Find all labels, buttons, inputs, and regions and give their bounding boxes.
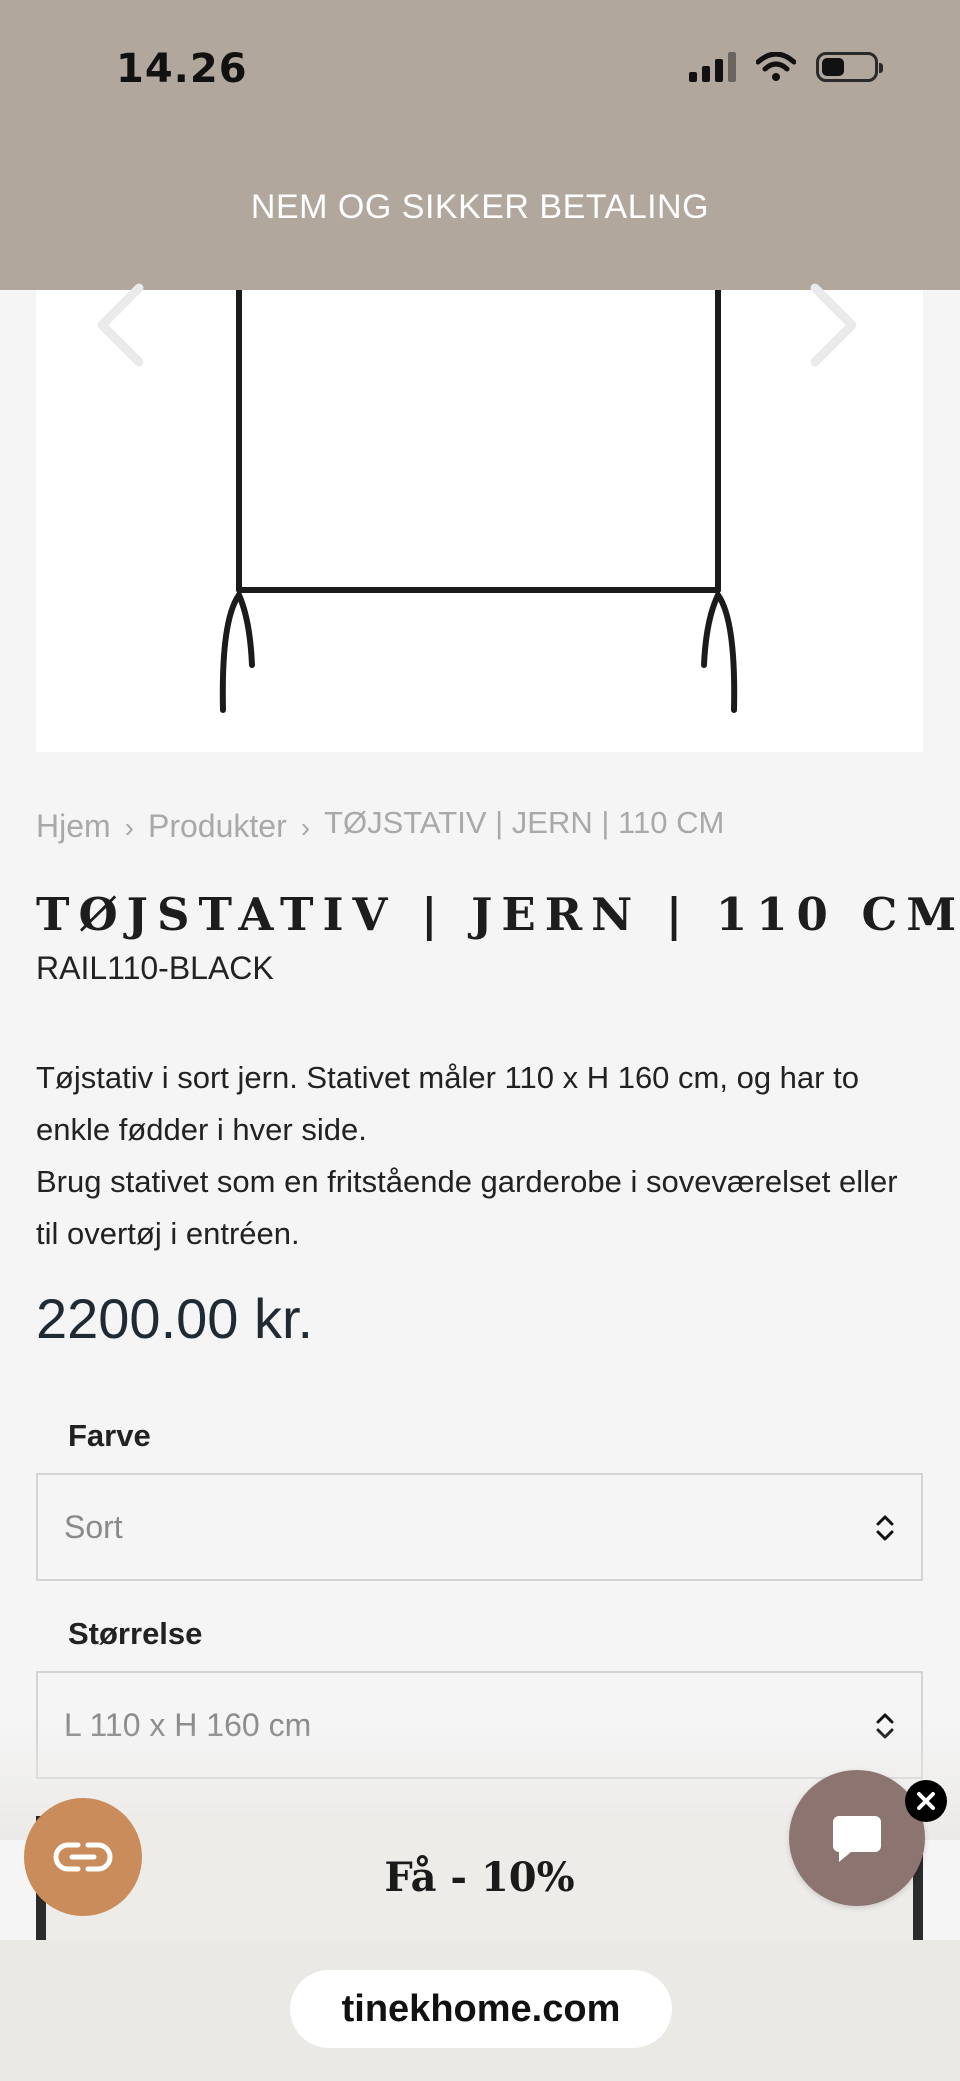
clothes-rack-image bbox=[219, 240, 738, 713]
chat-icon bbox=[833, 1816, 881, 1862]
product-image[interactable] bbox=[36, 240, 923, 752]
breadcrumb-separator: › bbox=[300, 812, 311, 843]
loyalty-button[interactable] bbox=[24, 1798, 142, 1916]
announcement-text: NEM OG SIKKER BETALING bbox=[250, 188, 710, 226]
chat-button[interactable] bbox=[789, 1770, 925, 1906]
breadcrumb-separator: › bbox=[124, 812, 134, 843]
breadcrumb: Hjem › Produkter › TØJSTATIV | JERN | 11… bbox=[36, 805, 926, 845]
carousel-prev-button[interactable] bbox=[84, 280, 154, 370]
description-paragraph: Brug stativet som en fritstående gardero… bbox=[36, 1164, 898, 1251]
battery-icon bbox=[816, 52, 883, 82]
browser-bottom-bar: tinekhome.com bbox=[0, 1940, 960, 2081]
select-arrows-icon bbox=[876, 1515, 894, 1541]
status-icons bbox=[689, 52, 883, 82]
description-paragraph: Tøjstativ i sort jern. Stativet måler 11… bbox=[36, 1060, 859, 1147]
loyalty-icon bbox=[53, 1842, 113, 1872]
url-bar[interactable]: tinekhome.com bbox=[290, 1970, 672, 2048]
color-label: Farve bbox=[68, 1418, 151, 1453]
status-time: 14.26 bbox=[116, 46, 248, 92]
product-description: Tøjstativ i sort jern. Stativet måler 11… bbox=[36, 1052, 926, 1260]
chat-close-button[interactable] bbox=[905, 1780, 947, 1822]
close-icon bbox=[917, 1792, 935, 1810]
breadcrumb-current: TØJSTATIV | JERN | 110 CM bbox=[324, 805, 725, 840]
product-title: TØJSTATIV | JERN | 110 CM bbox=[36, 888, 960, 941]
color-select[interactable]: Sort bbox=[36, 1473, 923, 1581]
wifi-icon bbox=[756, 52, 796, 81]
carousel-next-button[interactable] bbox=[800, 280, 870, 370]
breadcrumb-products-link[interactable]: Produkter bbox=[148, 808, 287, 845]
header: 14.26 NEM OG SIKKER BETALING bbox=[0, 0, 960, 290]
discount-text: Få - 10% bbox=[384, 1854, 575, 1901]
size-label: Størrelse bbox=[68, 1616, 203, 1651]
cellular-signal-icon bbox=[689, 52, 736, 82]
color-select-value: Sort bbox=[64, 1508, 123, 1545]
product-sku: RAIL110-BLACK bbox=[36, 950, 274, 986]
product-price: 2200.00 kr. bbox=[36, 1287, 314, 1350]
breadcrumb-home-link[interactable]: Hjem bbox=[36, 808, 111, 845]
url-text: tinekhome.com bbox=[341, 1987, 621, 2030]
